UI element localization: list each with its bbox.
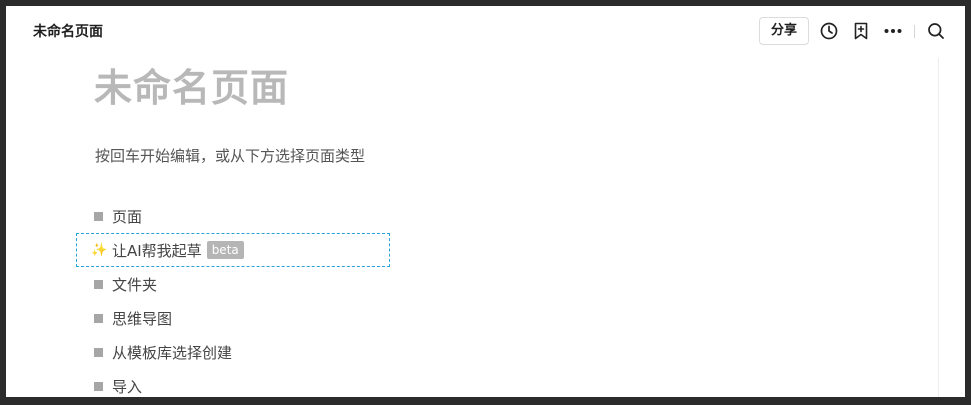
page-title[interactable]: 未命名页面: [94, 64, 289, 112]
more-icon[interactable]: [883, 21, 903, 41]
beta-badge: beta: [206, 241, 244, 259]
option-label: 导入: [112, 377, 143, 396]
square-bullet-icon: [94, 279, 103, 289]
option-mind-map[interactable]: 思维导图: [76, 301, 396, 335]
share-button[interactable]: 分享: [759, 17, 809, 45]
option-label: 思维导图: [112, 309, 173, 328]
option-folder[interactable]: 文件夹: [76, 267, 396, 301]
option-label: 文件夹: [112, 275, 158, 294]
square-bullet-icon: [94, 313, 103, 323]
square-bullet-icon: [94, 381, 103, 391]
square-bullet-icon: [94, 211, 103, 221]
toolbar-divider: [914, 25, 915, 38]
option-ai-draft[interactable]: ✨ 让AI帮我起草 beta: [76, 233, 390, 267]
history-icon[interactable]: [819, 21, 839, 41]
sparkle-icon: ✨: [91, 242, 108, 258]
square-bullet-icon: [94, 347, 103, 357]
search-icon[interactable]: [926, 21, 946, 41]
option-label: 页面: [112, 207, 143, 226]
editor-hint: 按回车开始编辑，或从下方选择页面类型: [95, 147, 366, 165]
option-page[interactable]: 页面: [76, 199, 396, 233]
top-bar: 未命名页面 分享: [6, 6, 965, 58]
option-import[interactable]: 导入: [76, 369, 396, 397]
document-title: 未命名页面: [33, 24, 103, 40]
bookmark-add-icon[interactable]: [851, 21, 871, 41]
page-type-options: 页面 ✨ 让AI帮我起草 beta 文件夹 思维导图 从模板库选择创建 导入: [76, 199, 396, 397]
scrollbar-track[interactable]: [938, 58, 939, 397]
option-label: 从模板库选择创建: [112, 343, 233, 362]
option-from-template[interactable]: 从模板库选择创建: [76, 335, 396, 369]
option-label: 让AI帮我起草: [112, 241, 202, 260]
app-window: 未命名页面 分享 未命名页面 按回车开始编辑，或从下方选择页面类型 页面 ✨ 让…: [6, 6, 965, 397]
